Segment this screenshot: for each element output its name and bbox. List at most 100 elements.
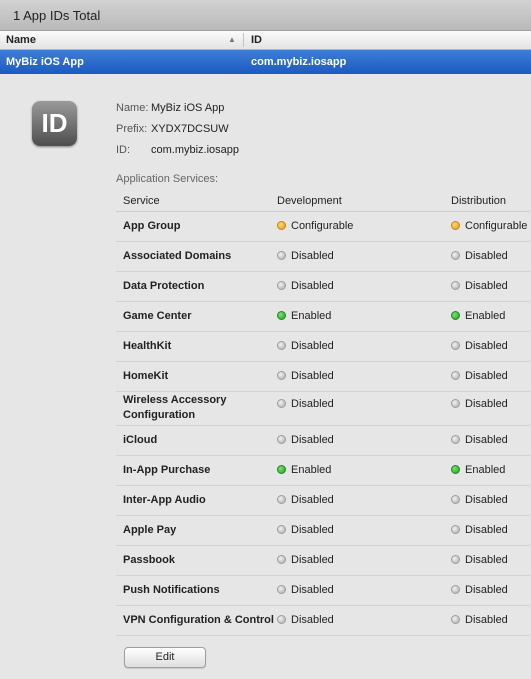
column-header: Name ▲ ID bbox=[0, 31, 531, 50]
service-name: HealthKit bbox=[123, 340, 172, 352]
service-row: Game Center Enabled Enabled bbox=[116, 302, 530, 332]
distribution-column-header: Distribution bbox=[451, 195, 507, 207]
distribution-status: Disabled bbox=[451, 339, 508, 354]
status-text: Disabled bbox=[465, 250, 508, 262]
status-dot-icon bbox=[451, 311, 460, 320]
status-text: Enabled bbox=[465, 464, 506, 476]
service-name: Game Center bbox=[123, 310, 192, 322]
service-row: Passbook Disabled Disabled bbox=[116, 546, 530, 576]
status-text: Disabled bbox=[465, 584, 508, 596]
service-row: Data Protection Disabled Disabled bbox=[116, 272, 530, 302]
status-text: Enabled bbox=[291, 310, 332, 322]
name-value: MyBiz iOS App bbox=[151, 102, 225, 114]
status-text: Enabled bbox=[465, 310, 506, 322]
status-dot-icon bbox=[277, 311, 286, 320]
status-dot-icon bbox=[451, 555, 460, 564]
service-name: Passbook bbox=[123, 554, 175, 566]
development-status: Disabled bbox=[277, 523, 334, 538]
service-row: iCloud Disabled Disabled bbox=[116, 426, 530, 456]
status-text: Disabled bbox=[291, 494, 334, 506]
status-dot-icon bbox=[277, 371, 286, 380]
app-id-row-selected[interactable]: MyBiz iOS App com.mybiz.iosapp bbox=[0, 50, 531, 74]
status-text: Disabled bbox=[291, 370, 334, 382]
status-dot-icon bbox=[277, 525, 286, 534]
development-status: Disabled bbox=[277, 369, 334, 384]
prefix-value: XYDX7DCSUW bbox=[151, 123, 229, 135]
status-dot-icon bbox=[277, 585, 286, 594]
status-dot-icon bbox=[451, 371, 460, 380]
status-dot-icon bbox=[277, 435, 286, 444]
status-text: Configurable bbox=[291, 220, 354, 232]
distribution-status: Enabled bbox=[451, 309, 505, 324]
application-services-title: Application Services: bbox=[116, 173, 219, 185]
status-dot-icon bbox=[277, 465, 286, 474]
status-text: Disabled bbox=[291, 434, 334, 446]
status-text: Disabled bbox=[291, 340, 334, 352]
row-app-name: MyBiz iOS App bbox=[6, 56, 84, 68]
row-bundle-id: com.mybiz.iosapp bbox=[251, 56, 347, 68]
service-row: Associated Domains Disabled Disabled bbox=[116, 242, 530, 272]
service-row: Push Notifications Disabled Disabled bbox=[116, 576, 530, 606]
status-dot-icon bbox=[277, 555, 286, 564]
services-table-header: Service Development Distribution bbox=[116, 190, 530, 212]
distribution-status: Disabled bbox=[451, 613, 508, 628]
list-title: 1 App IDs Total bbox=[0, 0, 531, 31]
status-text: Disabled bbox=[465, 434, 508, 446]
distribution-status: Disabled bbox=[451, 523, 508, 538]
development-status: Enabled bbox=[277, 309, 331, 324]
status-dot-icon bbox=[451, 251, 460, 260]
status-dot-icon bbox=[451, 495, 460, 504]
distribution-status: Disabled bbox=[451, 397, 508, 412]
edit-button[interactable]: Edit bbox=[124, 647, 206, 668]
development-status: Configurable bbox=[277, 219, 353, 234]
distribution-status: Disabled bbox=[451, 369, 508, 384]
status-text: Disabled bbox=[465, 524, 508, 536]
name-label: Name: bbox=[116, 102, 149, 114]
status-dot-icon bbox=[451, 221, 460, 230]
column-divider[interactable] bbox=[243, 33, 244, 47]
service-name: HomeKit bbox=[123, 370, 169, 382]
status-text: Disabled bbox=[465, 554, 508, 566]
name-column-header[interactable]: Name bbox=[6, 31, 36, 49]
status-text: Disabled bbox=[465, 494, 508, 506]
distribution-status: Disabled bbox=[451, 279, 508, 294]
development-status: Disabled bbox=[277, 397, 334, 412]
status-dot-icon bbox=[277, 221, 286, 230]
status-dot-icon bbox=[451, 615, 460, 624]
service-row: App Group Configurable Configurable bbox=[116, 212, 530, 242]
development-status: Disabled bbox=[277, 553, 334, 568]
status-dot-icon bbox=[277, 399, 286, 408]
status-text: Configurable bbox=[465, 220, 528, 232]
status-text: Disabled bbox=[291, 554, 334, 566]
status-dot-icon bbox=[451, 435, 460, 444]
sort-ascending-icon[interactable]: ▲ bbox=[228, 31, 236, 49]
detail-prefix-row: Prefix: XYDX7DCSUW bbox=[116, 123, 229, 135]
distribution-status: Disabled bbox=[451, 553, 508, 568]
id-column-header[interactable]: ID bbox=[251, 31, 262, 49]
service-name: In-App Purchase bbox=[123, 464, 211, 476]
distribution-status: Disabled bbox=[451, 433, 508, 448]
development-status: Disabled bbox=[277, 583, 334, 598]
status-text: Disabled bbox=[291, 614, 334, 626]
service-row: HealthKit Disabled Disabled bbox=[116, 332, 530, 362]
status-dot-icon bbox=[277, 251, 286, 260]
distribution-status: Enabled bbox=[451, 463, 505, 478]
status-dot-icon bbox=[451, 465, 460, 474]
status-text: Disabled bbox=[465, 614, 508, 626]
status-dot-icon bbox=[277, 495, 286, 504]
service-name: iCloud bbox=[123, 434, 158, 446]
distribution-status: Configurable bbox=[451, 219, 527, 234]
detail-id-row: ID: com.mybiz.iosapp bbox=[116, 144, 239, 156]
service-name: Associated Domains bbox=[123, 250, 232, 262]
service-name: Data Protection bbox=[123, 280, 205, 292]
app-ids-count: 1 App IDs Total bbox=[13, 8, 101, 23]
service-column-header: Service bbox=[123, 195, 160, 207]
development-column-header: Development bbox=[277, 195, 342, 207]
status-dot-icon bbox=[451, 585, 460, 594]
detail-name-row: Name: MyBiz iOS App bbox=[116, 102, 224, 114]
service-row: VPN Configuration & Control Disabled Disab… bbox=[116, 606, 530, 636]
status-text: Disabled bbox=[465, 370, 508, 382]
development-status: Disabled bbox=[277, 433, 334, 448]
service-row: Apple Pay Disabled Disabled bbox=[116, 516, 530, 546]
status-text: Disabled bbox=[291, 280, 334, 292]
